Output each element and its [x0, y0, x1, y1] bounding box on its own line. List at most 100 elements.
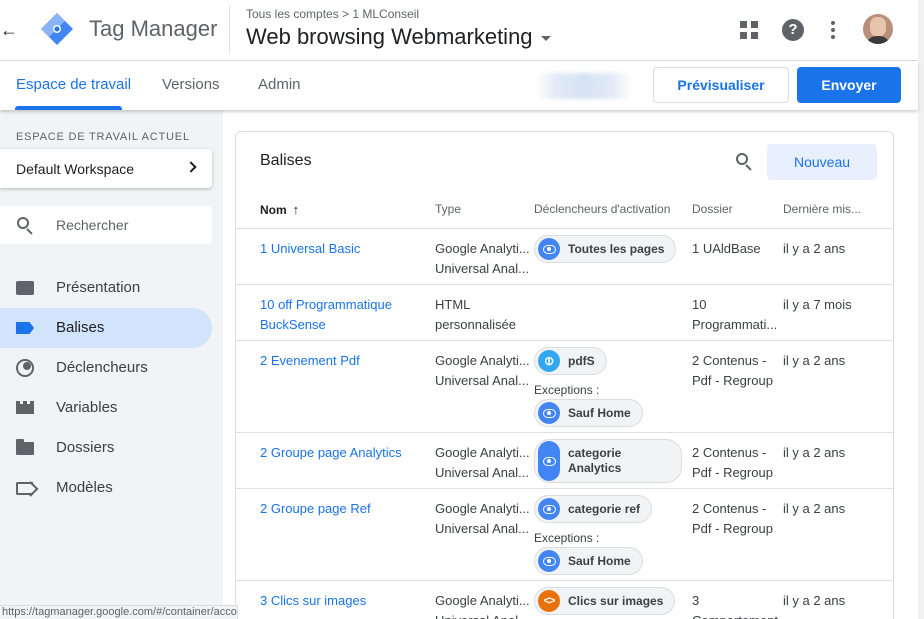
tag-name-link[interactable]: 2 Groupe page Ref	[260, 499, 430, 519]
tag-type: HTML personnalisée	[435, 297, 516, 332]
column-header-updated[interactable]: Dernière mis...	[783, 202, 861, 216]
sidebar-item-templates[interactable]: Modèles	[0, 468, 212, 508]
sidebar-item-label: Variables	[56, 399, 118, 416]
folder-icon	[16, 439, 36, 456]
tag-type: Google Analyti...Universal Anal...	[435, 501, 530, 536]
active-tab-indicator	[15, 106, 122, 110]
submit-button[interactable]: Envoyer	[797, 67, 901, 103]
workspace-name: Default Workspace	[16, 160, 135, 177]
tag-type: Google Analyti...Universal Anal...	[435, 241, 530, 276]
sidebar: ESPACE DE TRAVAIL ACTUEL Default Workspa…	[0, 110, 223, 619]
tag-manager-logo	[41, 13, 73, 45]
variables-icon	[16, 400, 36, 416]
breadcrumb[interactable]: Tous les comptes > 1 MLConseil	[246, 7, 419, 21]
sidebar-item-variables[interactable]: Variables	[0, 388, 212, 428]
exception-chip[interactable]: Sauf Home	[534, 399, 643, 427]
tag-updated: il y a 2 ans	[783, 501, 846, 516]
trigger-chip[interactable]: Toutes les pages	[534, 235, 677, 263]
trigger-chip[interactable]: <> Clics sur images	[534, 587, 676, 615]
link-icon: ⊘	[538, 350, 560, 372]
table-row[interactable]: 3 Clics sur images Google Analyti...Univ…	[236, 580, 893, 619]
eye-icon	[538, 498, 560, 520]
app-name: Tag Manager	[89, 16, 218, 41]
tag-name-link[interactable]: 2 Evenement Pdf	[260, 351, 430, 371]
tab-versions[interactable]: Versions	[162, 76, 220, 93]
trigger-icon	[16, 359, 36, 377]
tag-folder: 2 Contenus - Pdf - Regroup	[692, 501, 773, 536]
code-icon: <>	[538, 590, 560, 612]
sidebar-item-label: Balises	[56, 319, 105, 336]
tags-card: Balises Nouveau Nom ↑ Type Déclencheurs d…	[235, 131, 894, 619]
table-row[interactable]: 2 Groupe page Ref Google Analyti... Unive…	[236, 488, 893, 580]
tag-folder: 10 Programmati...	[692, 297, 778, 332]
sidebar-item-label: Modèles	[56, 479, 113, 496]
trigger-chip[interactable]: ⊘ pdfS	[534, 347, 607, 375]
exception-chip[interactable]: Sauf Home	[534, 547, 643, 575]
sidebar-item-overview[interactable]: Présentation	[0, 268, 212, 308]
new-tag-button[interactable]: Nouveau	[767, 144, 877, 180]
back-arrow-icon[interactable]: ←	[0, 19, 18, 41]
tag-folder: 2 Contenus - Pdf - Regroup	[692, 445, 773, 480]
tag-name-link[interactable]: 1 Universal Basic	[260, 239, 430, 259]
sidebar-item-label: Présentation	[56, 279, 141, 296]
workspace-selector[interactable]: Default Workspace	[0, 149, 212, 188]
table-row[interactable]: 10 off Programmatique BuckSense HTML pers…	[236, 284, 893, 340]
sidebar-search[interactable]: Rechercher	[0, 206, 212, 244]
tag-type: Google Analyti...Universal Anal...	[435, 353, 530, 388]
preview-button[interactable]: Prévisualiser	[653, 67, 789, 103]
tag-updated: il y a 7 mois	[783, 297, 852, 312]
overview-icon	[16, 280, 36, 296]
tab-admin[interactable]: Admin	[258, 76, 301, 93]
apps-grid-icon[interactable]	[736, 17, 762, 43]
eye-icon	[538, 441, 560, 481]
tag-name-link[interactable]: 3 Clics sur images	[260, 591, 430, 611]
trigger-chip[interactable]: categorie Analytics	[534, 439, 682, 483]
blurred-container-id	[536, 73, 632, 99]
tag-folder: 1 UAldBase	[692, 241, 761, 256]
tag-updated: il y a 2 ans	[783, 353, 846, 368]
tag-folder: 2 Contenus - Pdf - Regroup	[692, 353, 773, 388]
tag-updated: il y a 2 ans	[783, 241, 846, 256]
status-url: https://tagmanager.google.com/#/containe…	[0, 605, 238, 619]
page-scrollbar[interactable]	[918, 0, 924, 619]
help-icon[interactable]: ?	[780, 17, 806, 43]
tag-folder: 3Comportement	[692, 593, 778, 619]
column-header-triggers[interactable]: Déclencheurs d'activation	[534, 202, 670, 216]
chevron-right-icon	[185, 161, 197, 173]
container-selector[interactable]: Web browsing Webmarketing	[246, 24, 551, 50]
table-row[interactable]: 1 Universal Basic Google Analyti... Unive…	[236, 228, 893, 284]
sidebar-item-tags[interactable]: Balises	[0, 308, 212, 348]
dropdown-caret-icon	[540, 35, 551, 41]
tab-workspace[interactable]: Espace de travail	[16, 76, 131, 93]
column-header-type[interactable]: Type	[435, 202, 461, 216]
search-placeholder: Rechercher	[56, 217, 129, 233]
column-header-folder[interactable]: Dossier	[692, 202, 733, 216]
top-app-bar: ← Tag Manager Tous les comptes > 1 MLCon…	[0, 0, 924, 61]
search-icon	[17, 217, 33, 235]
trigger-chip[interactable]: categorie ref	[534, 495, 653, 523]
sidebar-item-folders[interactable]: Dossiers	[0, 428, 212, 468]
workspace-nav-bar: Espace de travail Versions Admin Prévisu…	[0, 61, 918, 110]
container-name: Web browsing Webmarketing	[246, 24, 533, 49]
table-row[interactable]: 2 Evenement Pdf Google Analyti... Univers…	[236, 340, 893, 432]
more-vert-icon[interactable]	[820, 17, 846, 43]
templates-icon	[16, 480, 36, 496]
table-row[interactable]: 2 Groupe page Analytics Google Analyti..…	[236, 432, 893, 488]
workspace-section-label: ESPACE DE TRAVAIL ACTUEL	[16, 131, 190, 143]
tag-icon	[16, 320, 36, 336]
eye-icon	[538, 238, 560, 260]
gtm-app: ← Tag Manager Tous les comptes > 1 MLCon…	[0, 0, 924, 619]
sidebar-item-label: Dossiers	[56, 439, 115, 456]
tag-name-link[interactable]: 2 Groupe page Analytics	[260, 443, 430, 463]
tag-name-link[interactable]: 10 off Programmatique BuckSense	[260, 295, 430, 335]
tag-type: Google Analyti...Universal Anal...	[435, 593, 530, 619]
sort-ascending-icon: ↑	[292, 202, 300, 217]
column-header-name[interactable]: Nom ↑	[260, 202, 299, 217]
header-divider	[229, 6, 230, 54]
search-icon[interactable]	[736, 153, 756, 173]
sidebar-item-label: Déclencheurs	[56, 359, 148, 376]
exceptions-label: Exceptions :	[534, 383, 600, 397]
avatar[interactable]	[863, 14, 893, 44]
tag-updated: il y a 2 ans	[783, 593, 846, 608]
sidebar-item-triggers[interactable]: Déclencheurs	[0, 348, 212, 388]
